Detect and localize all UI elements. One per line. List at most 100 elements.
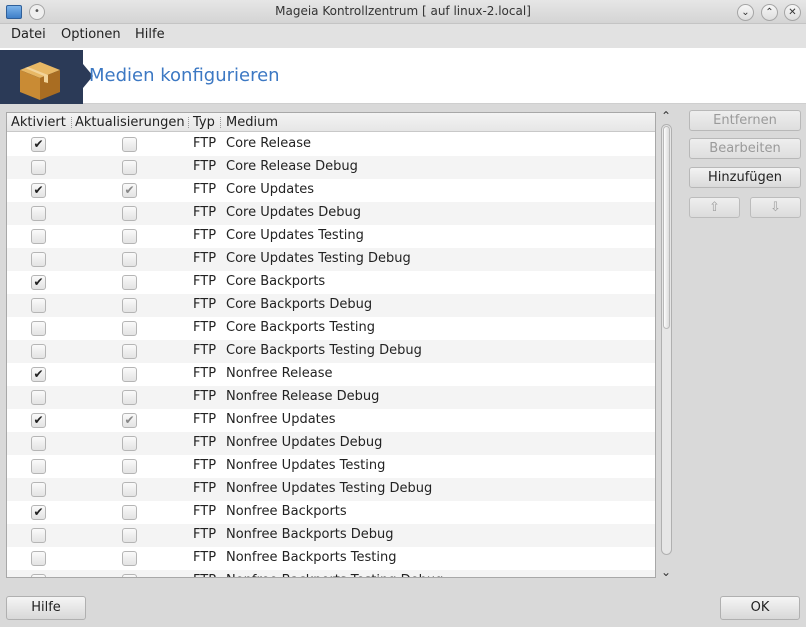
- medium-cell: Core Backports Debug: [226, 297, 373, 312]
- table-row[interactable]: FTP Core Updates Testing: [7, 225, 655, 248]
- column-header-typ[interactable]: Typ: [193, 115, 215, 130]
- enabled-checkbox[interactable]: [31, 551, 46, 566]
- edit-button[interactable]: Bearbeiten: [689, 138, 801, 159]
- updates-checkbox[interactable]: [122, 459, 137, 474]
- enabled-checkbox[interactable]: [31, 321, 46, 336]
- medium-cell: Nonfree Updates: [226, 412, 336, 427]
- updates-checkbox[interactable]: [122, 229, 137, 244]
- scroll-up-icon[interactable]: ⌃: [661, 109, 671, 123]
- table-row[interactable]: FTP Core Backports Debug: [7, 294, 655, 317]
- updates-checkbox[interactable]: [122, 436, 137, 451]
- table-row[interactable]: FTP Core Release Debug: [7, 156, 655, 179]
- ok-button[interactable]: OK: [720, 596, 800, 620]
- menu-datei[interactable]: Datei: [11, 27, 46, 42]
- enabled-checkbox[interactable]: ✔: [31, 183, 46, 198]
- updates-checkbox[interactable]: [122, 505, 137, 520]
- table-row[interactable]: FTP Nonfree Backports Testing Debug: [7, 570, 655, 577]
- enabled-checkbox[interactable]: [31, 252, 46, 267]
- arrow-down-icon: ⇩: [770, 200, 781, 215]
- enabled-checkbox[interactable]: ✔: [31, 505, 46, 520]
- enabled-checkbox[interactable]: [31, 436, 46, 451]
- column-header-medium[interactable]: Medium: [226, 115, 278, 130]
- updates-checkbox[interactable]: ✔: [122, 183, 137, 198]
- table-row[interactable]: FTP Nonfree Updates Debug: [7, 432, 655, 455]
- column-separator: [220, 117, 221, 128]
- column-header-aktiviert[interactable]: Aktiviert: [11, 115, 66, 130]
- table-row[interactable]: FTP Nonfree Release Debug: [7, 386, 655, 409]
- updates-checkbox[interactable]: [122, 252, 137, 267]
- enabled-checkbox[interactable]: [31, 298, 46, 313]
- type-cell: FTP: [193, 504, 217, 519]
- table-row[interactable]: FTP Core Backports Testing Debug: [7, 340, 655, 363]
- add-button[interactable]: Hinzufügen: [689, 167, 801, 188]
- menu-optionen[interactable]: Optionen: [61, 27, 121, 42]
- help-button[interactable]: Hilfe: [6, 596, 86, 620]
- remove-button[interactable]: Entfernen: [689, 110, 801, 131]
- updates-checkbox[interactable]: [122, 206, 137, 221]
- table-row[interactable]: FTP Core Updates Debug: [7, 202, 655, 225]
- column-separator: [188, 117, 189, 128]
- enabled-checkbox[interactable]: ✔: [31, 367, 46, 382]
- updates-checkbox[interactable]: [122, 367, 137, 382]
- scrollbar-thumb[interactable]: [663, 126, 670, 329]
- scroll-down-icon[interactable]: ⌄: [661, 565, 671, 579]
- table-row[interactable]: FTP Nonfree Backports Debug: [7, 524, 655, 547]
- enabled-checkbox[interactable]: ✔: [31, 137, 46, 152]
- updates-checkbox[interactable]: [122, 160, 137, 175]
- table-row[interactable]: ✔ FTP Core Backports: [7, 271, 655, 294]
- enabled-checkbox[interactable]: [31, 390, 46, 405]
- enabled-checkbox[interactable]: [31, 229, 46, 244]
- enabled-checkbox[interactable]: [31, 206, 46, 221]
- move-up-button[interactable]: ⇧: [689, 197, 740, 218]
- table-row[interactable]: FTP Core Updates Testing Debug: [7, 248, 655, 271]
- minimize-icon[interactable]: ⌄: [737, 4, 754, 21]
- column-header-aktualisierungen[interactable]: Aktualisierungen: [75, 115, 185, 130]
- type-cell: FTP: [193, 481, 217, 496]
- medium-cell: Nonfree Release: [226, 366, 333, 381]
- enabled-checkbox[interactable]: [31, 459, 46, 474]
- close-icon[interactable]: ✕: [784, 4, 801, 21]
- updates-checkbox[interactable]: [122, 528, 137, 543]
- medium-cell: Core Release Debug: [226, 159, 358, 174]
- menu-hilfe[interactable]: Hilfe: [135, 27, 165, 42]
- updates-checkbox[interactable]: [122, 298, 137, 313]
- table-row[interactable]: ✔ FTP Nonfree Backports: [7, 501, 655, 524]
- table-row[interactable]: ✔ ✔ FTP Nonfree Updates: [7, 409, 655, 432]
- updates-checkbox[interactable]: [122, 275, 137, 290]
- enabled-checkbox[interactable]: [31, 574, 46, 577]
- enabled-checkbox[interactable]: ✔: [31, 275, 46, 290]
- enabled-checkbox[interactable]: [31, 528, 46, 543]
- table-row[interactable]: ✔ FTP Nonfree Release: [7, 363, 655, 386]
- updates-checkbox[interactable]: [122, 574, 137, 577]
- updates-checkbox[interactable]: [122, 321, 137, 336]
- updates-checkbox[interactable]: [122, 390, 137, 405]
- page-title: Medien konfigurieren: [89, 65, 280, 86]
- medium-cell: Core Release: [226, 136, 312, 151]
- type-cell: FTP: [193, 251, 217, 266]
- type-cell: FTP: [193, 205, 217, 220]
- type-cell: FTP: [193, 320, 217, 335]
- type-cell: FTP: [193, 182, 217, 197]
- enabled-checkbox[interactable]: ✔: [31, 413, 46, 428]
- enabled-checkbox[interactable]: [31, 344, 46, 359]
- updates-checkbox[interactable]: [122, 551, 137, 566]
- maximize-icon[interactable]: ⌃: [761, 4, 778, 21]
- table-row[interactable]: FTP Nonfree Updates Testing: [7, 455, 655, 478]
- updates-checkbox[interactable]: [122, 482, 137, 497]
- type-cell: FTP: [193, 159, 217, 174]
- move-down-button[interactable]: ⇩: [750, 197, 801, 218]
- enabled-checkbox[interactable]: [31, 160, 46, 175]
- arrow-up-icon: ⇧: [709, 200, 720, 215]
- table-row[interactable]: FTP Nonfree Backports Testing: [7, 547, 655, 570]
- table-row[interactable]: ✔ ✔ FTP Core Updates: [7, 179, 655, 202]
- updates-checkbox[interactable]: ✔: [122, 413, 137, 428]
- enabled-checkbox[interactable]: [31, 482, 46, 497]
- table-row[interactable]: FTP Nonfree Updates Testing Debug: [7, 478, 655, 501]
- updates-checkbox[interactable]: [122, 137, 137, 152]
- updates-checkbox[interactable]: [122, 344, 137, 359]
- menu-bar: Datei Optionen Hilfe: [0, 24, 806, 48]
- table-row[interactable]: ✔ FTP Core Release: [7, 133, 655, 156]
- vertical-scrollbar[interactable]: [661, 124, 672, 555]
- table-row[interactable]: FTP Core Backports Testing: [7, 317, 655, 340]
- type-cell: FTP: [193, 343, 217, 358]
